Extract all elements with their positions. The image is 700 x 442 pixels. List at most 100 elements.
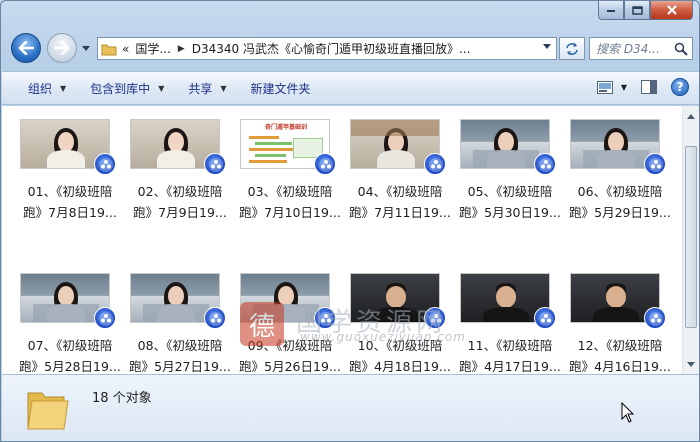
file-name-line-1: 07、《初级班陪 [27, 338, 113, 353]
file-name-line-1: 11、《初级班陪 [467, 338, 553, 353]
scrollbar-thumb[interactable] [685, 146, 697, 328]
arrow-right-icon [54, 41, 70, 55]
explorer-window: « 国学... ▶ D34340 冯武杰《心愉奇门遁甲初级班直播回放》... 搜… [0, 0, 700, 442]
chevron-down-icon[interactable] [543, 44, 551, 49]
video-player-icon [314, 307, 336, 329]
file-name-line-2: 跑》5月29日19... [569, 205, 671, 220]
share-label: 共享 [188, 81, 213, 96]
file-name: 06、《初级班陪 跑》5月29日19... [566, 181, 674, 223]
address-segment-current[interactable]: D34340 冯武杰《心愉奇门遁甲初级班直播回放》... [192, 40, 471, 57]
file-name-line-2: 跑》7月9日19... [133, 205, 227, 220]
toolbar-right: ▼ ? [596, 78, 689, 96]
share-menu[interactable]: 共享 ▼ [176, 72, 238, 104]
file-name-line-1: 03、《初级班陪 [247, 184, 333, 199]
maximize-icon [631, 5, 643, 15]
include-in-library-menu[interactable]: 包含到库中 ▼ [78, 72, 176, 104]
file-name-line-1: 01、《初级班陪 [27, 184, 113, 199]
forward-button[interactable] [47, 33, 77, 63]
minimize-icon [607, 10, 615, 12]
file-name-line-1: 05、《初级班陪 [467, 184, 553, 199]
mouse-cursor-icon [621, 402, 635, 423]
address-prefix[interactable]: « [122, 42, 129, 56]
file-name-line-2: 跑》7月10日19... [239, 205, 341, 220]
file-name: 09、《初级班陪 跑》5月26日19... [236, 335, 344, 374]
video-player-icon [204, 153, 226, 175]
chevron-down-icon [82, 45, 90, 51]
file-name: 04、《初级班陪 跑》7月11日19... [346, 181, 454, 223]
command-toolbar: 组织 ▼ 包含到库中 ▼ 共享 ▼ 新建文件夹 ▼ ? [2, 71, 699, 105]
video-player-icon [94, 153, 116, 175]
maximize-button[interactable] [624, 1, 650, 20]
address-bar[interactable]: « 国学... ▶ D34340 冯武杰《心愉奇门遁甲初级班直播回放》... [97, 37, 557, 60]
refresh-button[interactable] [559, 37, 585, 60]
file-name-line-1: 09、《初级班陪 [247, 338, 333, 353]
chevron-up-icon [687, 113, 695, 119]
view-icon [596, 80, 613, 94]
preview-pane-button[interactable] [641, 80, 657, 94]
refresh-icon [566, 42, 578, 55]
file-name: 03、《初级班陪 跑》7月10日19... [236, 181, 344, 223]
scroll-down-button[interactable] [683, 356, 699, 372]
organize-label: 组织 [28, 81, 53, 96]
new-folder-button[interactable]: 新建文件夹 [239, 72, 323, 104]
folder-icon [101, 44, 117, 55]
chevron-down-icon [687, 361, 695, 367]
file-name: 11、《初级班陪 跑》4月17日19... [456, 335, 564, 374]
file-list-view[interactable]: 01、《初级班陪 跑》7月8日19... 02、《初级班陪 跑》7月9日19..… [2, 106, 682, 374]
file-name-line-1: 06、《初级班陪 [577, 184, 663, 199]
file-name: 08、《初级班陪 跑》5月27日19... [126, 335, 234, 374]
caption-buttons [598, 1, 693, 20]
chevron-down-icon: ▼ [220, 83, 227, 93]
search-input[interactable]: 搜索 D34... [589, 37, 693, 60]
include-in-library-label: 包含到库中 [90, 81, 151, 96]
doc-thumb-title: 奇门遁甲基础训 [264, 124, 307, 131]
video-player-icon [424, 153, 446, 175]
file-name-line-1: 10、《初级班陪 [357, 338, 443, 353]
video-player-icon [424, 307, 446, 329]
file-name-line-2: 跑》5月27日19... [129, 359, 231, 374]
file-name: 05、《初级班陪 跑》5月30日19... [456, 181, 564, 223]
scroll-up-button[interactable] [683, 108, 699, 124]
file-name-line-2: 跑》4月16日19... [569, 359, 671, 374]
folder-icon [27, 392, 69, 430]
file-name-line-2: 跑》5月26日19... [239, 359, 341, 374]
file-name: 10、《初级班陪 跑》4月18日19... [346, 335, 454, 374]
file-name: 07、《初级班陪 跑》5月28日19... [16, 335, 124, 374]
breadcrumb-separator-icon[interactable]: ▶ [178, 44, 185, 54]
file-name: 01、《初级班陪 跑》7月8日19... [16, 181, 124, 223]
arrow-left-icon [18, 41, 34, 55]
item-count: 18 个对象 [92, 391, 152, 406]
video-player-icon [534, 153, 556, 175]
search-placeholder: 搜索 D34... [596, 42, 660, 56]
video-player-icon [204, 307, 226, 329]
file-name-line-1: 04、《初级班陪 [357, 184, 443, 199]
minimize-button[interactable] [598, 1, 624, 20]
new-folder-label: 新建文件夹 [250, 81, 311, 96]
chevron-down-icon: ▼ [158, 83, 165, 93]
file-name-line-2: 跑》4月17日19... [459, 359, 561, 374]
file-name-line-2: 跑》5月28日19... [19, 359, 121, 374]
file-name: 12、《初级班陪 跑》4月16日19... [566, 335, 674, 374]
video-player-icon [94, 307, 116, 329]
address-segment-root[interactable]: 国学... [135, 40, 170, 57]
video-player-icon [644, 307, 666, 329]
file-name-line-2: 跑》7月11日19... [349, 205, 451, 220]
details-pane: 18 个对象 [2, 374, 699, 441]
organize-menu[interactable]: 组织 ▼ [2, 72, 78, 104]
file-name-line-2: 跑》4月18日19... [349, 359, 451, 374]
help-button[interactable]: ? [671, 78, 689, 96]
change-view-button[interactable]: ▼ [596, 80, 627, 94]
back-button[interactable] [11, 33, 41, 63]
vertical-scrollbar[interactable] [682, 106, 699, 374]
recent-pages-dropdown[interactable] [81, 42, 91, 54]
video-player-icon [314, 153, 336, 175]
file-name-line-1: 12、《初级班陪 [577, 338, 663, 353]
chevron-down-icon: ▼ [60, 83, 67, 93]
file-name-line-2: 跑》5月30日19... [459, 205, 561, 220]
close-icon [666, 5, 677, 15]
file-name: 02、《初级班陪 跑》7月9日19... [126, 181, 234, 223]
close-button[interactable] [650, 1, 693, 20]
file-name-line-1: 02、《初级班陪 [137, 184, 223, 199]
search-icon[interactable] [674, 42, 688, 56]
chevron-down-icon: ▼ [620, 82, 627, 92]
